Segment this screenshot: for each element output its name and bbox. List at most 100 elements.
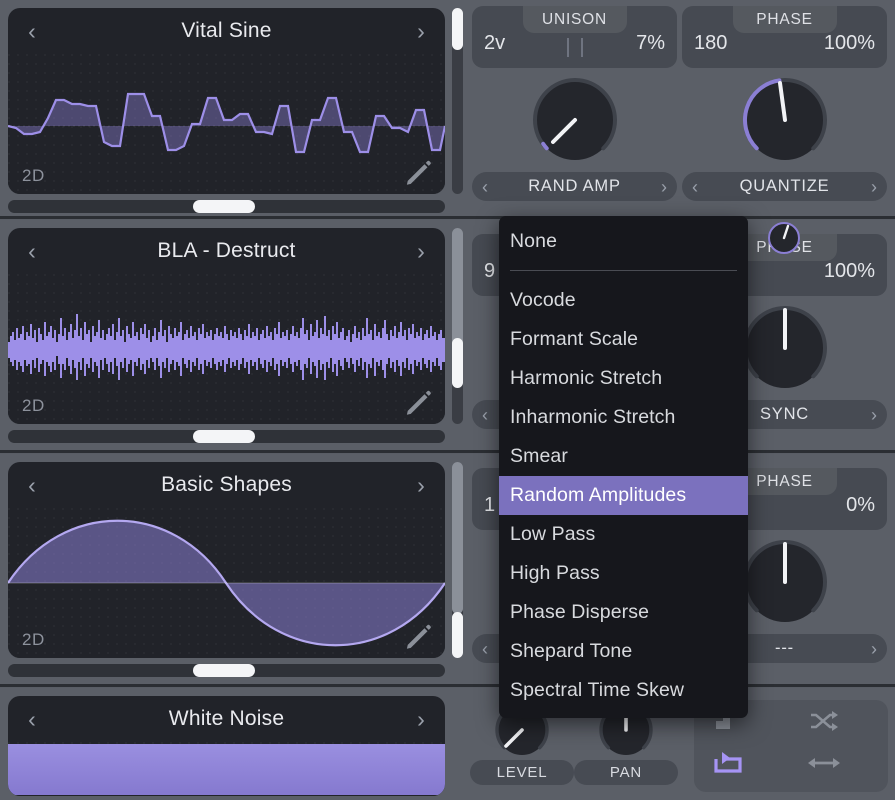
wave-display-card-2[interactable]: ‹ BLA - Destruct › 2D bbox=[8, 228, 445, 424]
rand-amp-knob-1[interactable] bbox=[527, 72, 623, 168]
chevron-left-icon[interactable]: ‹ bbox=[18, 17, 46, 45]
shuffle-icon[interactable] bbox=[798, 702, 850, 740]
bidirectional-arrow-icon[interactable] bbox=[798, 744, 850, 782]
phase-percent-value-1[interactable]: 100% bbox=[824, 32, 875, 55]
chevron-left-icon[interactable]: ‹ bbox=[18, 705, 46, 733]
wave-horizontal-scrollbar-2[interactable] bbox=[8, 430, 445, 443]
dropdown-item[interactable]: Shepard Tone bbox=[499, 632, 748, 671]
waveform-canvas-2[interactable] bbox=[8, 274, 445, 424]
chevron-left-icon[interactable]: ‹ bbox=[18, 471, 46, 499]
waveform-canvas-3[interactable] bbox=[8, 508, 445, 658]
scrollbar-thumb[interactable] bbox=[452, 8, 463, 50]
chevron-right-icon[interactable]: › bbox=[871, 406, 877, 424]
pan-label: PAN bbox=[609, 764, 643, 781]
level-label-pill[interactable]: LEVEL bbox=[470, 760, 574, 785]
waveform-canvas-1[interactable] bbox=[8, 54, 445, 194]
unison-strip-1[interactable]: 2v UNISON 7% bbox=[472, 6, 677, 68]
chevron-right-icon[interactable]: › bbox=[661, 178, 667, 196]
unison-label-1: UNISON bbox=[522, 6, 627, 33]
chevron-left-icon[interactable]: ‹ bbox=[482, 406, 488, 424]
dropdown-item[interactable]: Low Pass bbox=[499, 515, 748, 554]
spectral-morph-dropdown-menu[interactable]: None Vocode Formant Scale Harmonic Stretch I… bbox=[499, 216, 748, 718]
pencil-icon[interactable] bbox=[403, 622, 433, 652]
unison-voices-value-1[interactable]: 2v bbox=[484, 32, 505, 55]
dropdown-item[interactable]: Vocode bbox=[499, 281, 748, 320]
oscillator-row-2: ‹ BLA - Destruct › 2D 9 ‹ 100% SYNC › bbox=[0, 220, 895, 452]
row-separator-1 bbox=[0, 216, 895, 219]
pencil-icon[interactable] bbox=[403, 158, 433, 188]
wave-horizontal-scrollbar-1[interactable] bbox=[8, 200, 445, 213]
dropdown-item[interactable]: Formant Scale bbox=[499, 320, 748, 359]
dropdown-item[interactable]: Smear bbox=[499, 437, 748, 476]
scrollbar-thumb[interactable] bbox=[193, 200, 255, 213]
wave-display-card-4[interactable]: ‹ White Noise › bbox=[8, 696, 445, 796]
wave-vertical-scrollbar-3[interactable] bbox=[452, 462, 463, 658]
control-column-right-1: 180 PHASE 100% ‹ QUANTIZE › bbox=[682, 6, 887, 201]
dropdown-item[interactable]: High Pass bbox=[499, 554, 748, 593]
wave-header-2: ‹ BLA - Destruct › bbox=[8, 228, 445, 274]
scrollbar-thumb[interactable] bbox=[452, 612, 463, 658]
wave-display-card-1[interactable]: ‹ Vital Sine › 2D bbox=[8, 8, 445, 194]
right-selector-label-3: --- bbox=[775, 639, 794, 657]
chevron-left-icon[interactable]: ‹ bbox=[692, 178, 698, 196]
pencil-icon[interactable] bbox=[403, 388, 433, 418]
wavetable-name-3: Basic Shapes bbox=[161, 473, 292, 496]
pan-label-pill[interactable]: PAN bbox=[574, 760, 678, 785]
phase-percent-value-3[interactable]: 0% bbox=[846, 494, 875, 517]
quantize-knob-1[interactable] bbox=[737, 72, 833, 168]
oscillator-editor: ‹ Vital Sine › 2D 2v UNISON 7% ‹ RAND AM… bbox=[0, 0, 895, 800]
scrollbar-thumb[interactable] bbox=[452, 338, 463, 388]
chevron-right-icon[interactable]: › bbox=[871, 178, 877, 196]
chevron-right-icon[interactable]: › bbox=[871, 640, 877, 658]
dropdown-item[interactable]: Harmonic Stretch bbox=[499, 359, 748, 398]
phase-degrees-value-1[interactable]: 180 bbox=[694, 32, 727, 55]
chevron-right-icon[interactable]: › bbox=[407, 705, 435, 733]
wave-vertical-scrollbar-2[interactable] bbox=[452, 228, 463, 424]
phase-percent-value-2[interactable]: 100% bbox=[824, 260, 875, 283]
wavetable-name-4: White Noise bbox=[168, 707, 285, 730]
chevron-left-icon[interactable]: ‹ bbox=[482, 178, 488, 196]
wave-header-1: ‹ Vital Sine › bbox=[8, 8, 445, 54]
wave-header-3: ‹ Basic Shapes › bbox=[8, 462, 445, 508]
dropdown-item[interactable]: Phase Disperse bbox=[499, 593, 748, 632]
waveform-graphic-2 bbox=[8, 314, 445, 380]
wave-display-card-3[interactable]: ‹ Basic Shapes › 2D bbox=[8, 462, 445, 658]
unison-voices-value-3[interactable]: 1 bbox=[484, 494, 495, 517]
phase-strip-1[interactable]: 180 PHASE 100% bbox=[682, 6, 887, 68]
view-mode-badge-3[interactable]: 2D bbox=[22, 630, 45, 650]
chevron-left-icon[interactable]: ‹ bbox=[18, 237, 46, 265]
oscillator-row-1: ‹ Vital Sine › 2D 2v UNISON 7% ‹ RAND AM… bbox=[0, 0, 895, 218]
rand-amp-label-1: RAND AMP bbox=[528, 177, 621, 195]
dropdown-item[interactable]: None bbox=[499, 222, 748, 261]
wave-header-4: ‹ White Noise › bbox=[8, 696, 445, 742]
quantize-knob-wrap-1 bbox=[682, 68, 887, 172]
chevron-right-icon[interactable]: › bbox=[407, 237, 435, 265]
wave-vertical-scrollbar-1[interactable] bbox=[452, 8, 463, 194]
chevron-right-icon[interactable]: › bbox=[407, 17, 435, 45]
sync-knob-2[interactable] bbox=[737, 300, 833, 396]
dropdown-item[interactable]: Inharmonic Stretch bbox=[499, 398, 748, 437]
waveform-canvas-4[interactable] bbox=[8, 742, 445, 796]
view-mode-badge-2[interactable]: 2D bbox=[22, 396, 45, 416]
modulation-knob-2[interactable] bbox=[766, 220, 802, 256]
unison-voices-value-2[interactable]: 9 bbox=[484, 260, 495, 283]
dropdown-item[interactable]: Spectral Time Skew bbox=[499, 671, 748, 710]
unison-percent-value-1[interactable]: 7% bbox=[636, 32, 665, 55]
control-column-left-1: 2v UNISON 7% ‹ RAND AMP › bbox=[472, 6, 677, 201]
quantize-selector-1[interactable]: ‹ QUANTIZE › bbox=[682, 172, 887, 201]
rand-amp-selector-1[interactable]: ‹ RAND AMP › bbox=[472, 172, 677, 201]
scrollbar-thumb[interactable] bbox=[193, 664, 255, 677]
waveform-graphic-3 bbox=[8, 519, 445, 647]
view-mode-badge-1[interactable]: 2D bbox=[22, 166, 45, 186]
phase-label-1: PHASE bbox=[732, 6, 837, 33]
right-knob-3[interactable] bbox=[737, 534, 833, 630]
oscillator-row-3: ‹ Basic Shapes › 2D 1 ‹ PHASE 0% --- › bbox=[0, 454, 895, 686]
loop-icon[interactable] bbox=[702, 744, 754, 782]
wave-horizontal-scrollbar-3[interactable] bbox=[8, 664, 445, 677]
row-separator-2 bbox=[0, 450, 895, 453]
dropdown-item[interactable]: Random Amplitudes bbox=[499, 476, 748, 515]
chevron-right-icon[interactable]: › bbox=[407, 471, 435, 499]
chevron-left-icon[interactable]: ‹ bbox=[482, 640, 488, 658]
level-label: LEVEL bbox=[496, 764, 548, 781]
scrollbar-thumb[interactable] bbox=[193, 430, 255, 443]
